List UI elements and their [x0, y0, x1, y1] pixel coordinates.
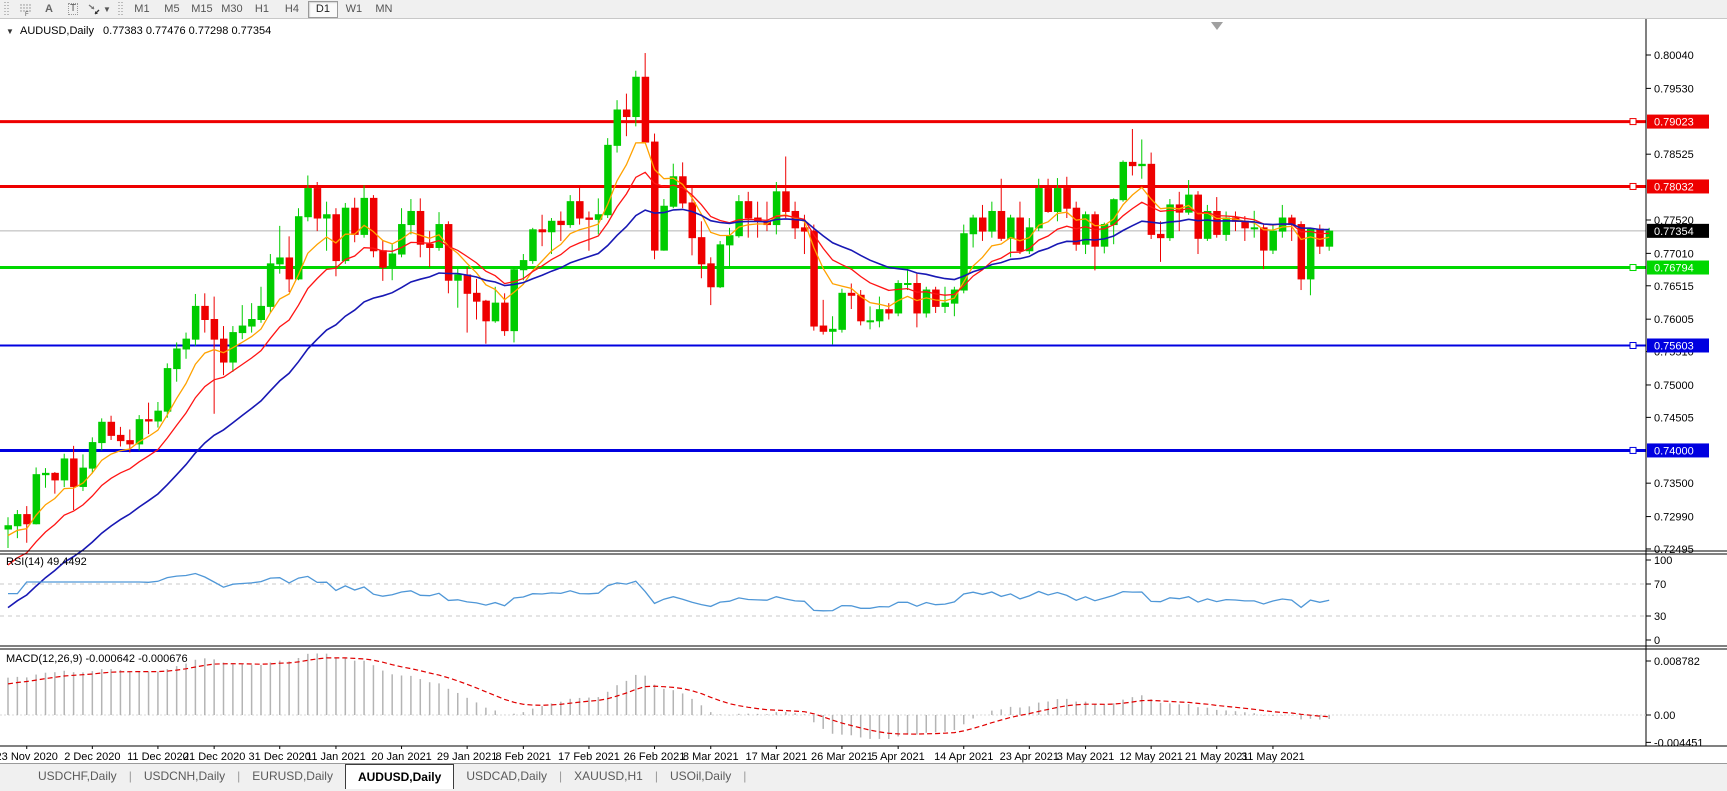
svg-text:0.73500: 0.73500: [1654, 478, 1694, 490]
collapse-triangle-icon[interactable]: ▼: [6, 27, 14, 36]
timeframe-m15[interactable]: M15: [188, 2, 216, 17]
svg-text:0.78525: 0.78525: [1654, 149, 1694, 161]
svg-text:0.79530: 0.79530: [1654, 83, 1694, 95]
rsi-indicator-label: RSI(14) 49.4492: [6, 556, 87, 568]
svg-text:0.74505: 0.74505: [1654, 412, 1694, 424]
font-tool-icon[interactable]: A: [37, 1, 61, 17]
toolbar-grip[interactable]: [3, 2, 10, 16]
svg-text:100: 100: [1654, 555, 1672, 567]
tab-usoil[interactable]: USOil,Daily: [658, 765, 743, 788]
timeframe-h4[interactable]: H4: [278, 2, 306, 17]
price-chart[interactable]: 0.800400.795300.785250.775200.770100.765…: [0, 19, 1727, 763]
grid-icon: F: [19, 3, 32, 16]
chart-window: 0.800400.795300.785250.775200.770100.765…: [0, 19, 1727, 763]
chart-tab-bar: USDCHF,Daily | USDCNH,Daily | EURUSD,Dai…: [0, 763, 1727, 791]
chevron-down-icon: ▼: [103, 5, 111, 14]
svg-text:0.77354: 0.77354: [1654, 226, 1694, 238]
svg-text:0.79023: 0.79023: [1654, 117, 1694, 129]
grid-tool-icon[interactable]: F: [13, 1, 37, 17]
svg-text:0.78032: 0.78032: [1654, 181, 1694, 193]
text-label-tool-icon[interactable]: T: [61, 1, 85, 17]
chart-title-bar: ▼ AUDUSD,Daily 0.77383 0.77476 0.77298 0…: [6, 25, 271, 37]
timeframe-w1[interactable]: W1: [340, 2, 368, 17]
svg-text:11 Dec 2020: 11 Dec 2020: [127, 751, 189, 763]
tab-eurusd[interactable]: EURUSD,Daily: [240, 765, 345, 788]
tab-usdchf[interactable]: USDCHF,Daily: [26, 765, 129, 788]
svg-text:-0.004451: -0.004451: [1654, 737, 1704, 749]
svg-text:26 Mar 2021: 26 Mar 2021: [811, 751, 873, 763]
svg-text:11 Jan 2021: 11 Jan 2021: [306, 751, 366, 763]
svg-text:21 Dec 2020: 21 Dec 2020: [183, 751, 245, 763]
svg-text:F: F: [25, 12, 29, 16]
svg-text:0.77010: 0.77010: [1654, 248, 1694, 260]
timeframe-m5[interactable]: M5: [158, 2, 186, 17]
timeframe-m30[interactable]: M30: [218, 2, 246, 17]
svg-text:0.74000: 0.74000: [1654, 445, 1694, 457]
tab-audusd[interactable]: AUDUSD,Daily: [345, 764, 454, 789]
timeframe-m1[interactable]: M1: [128, 2, 156, 17]
svg-text:70: 70: [1654, 579, 1666, 591]
svg-text:0: 0: [1654, 635, 1660, 647]
chart-symbol-label: AUDUSD,Daily: [20, 25, 94, 37]
svg-text:20 Jan 2021: 20 Jan 2021: [371, 751, 432, 763]
svg-text:0.75603: 0.75603: [1654, 340, 1694, 352]
svg-text:29 Jan 2021: 29 Jan 2021: [437, 751, 498, 763]
svg-text:0.80040: 0.80040: [1654, 50, 1694, 62]
svg-text:2 Dec 2020: 2 Dec 2020: [64, 751, 120, 763]
svg-text:0.00: 0.00: [1654, 710, 1675, 722]
svg-text:5 Apr 2021: 5 Apr 2021: [872, 751, 925, 763]
tab-separator: |: [743, 769, 746, 783]
svg-text:0.72990: 0.72990: [1654, 512, 1694, 524]
svg-text:0.76794: 0.76794: [1654, 263, 1694, 275]
svg-text:30: 30: [1654, 611, 1666, 623]
timeframe-d1[interactable]: D1: [308, 1, 338, 18]
svg-text:23 Apr 2021: 23 Apr 2021: [1000, 751, 1059, 763]
draw-objects-tool[interactable]: ▼: [85, 1, 114, 17]
svg-text:31 Dec 2020: 31 Dec 2020: [249, 751, 311, 763]
text-icon: T: [68, 3, 78, 15]
timeframe-h1[interactable]: H1: [248, 2, 276, 17]
svg-text:0.76005: 0.76005: [1654, 314, 1694, 326]
svg-text:8 Mar 2021: 8 Mar 2021: [683, 751, 739, 763]
top-toolbar: F A T ▼ M1 M5 M15 M30 H1 H4 D1 W1 MN: [0, 0, 1727, 19]
tab-usdcnh[interactable]: USDCNH,Daily: [132, 765, 237, 788]
svg-text:0.76515: 0.76515: [1654, 281, 1694, 293]
svg-text:17 Mar 2021: 17 Mar 2021: [745, 751, 807, 763]
svg-text:3 May 2021: 3 May 2021: [1057, 751, 1114, 763]
svg-text:0.008782: 0.008782: [1654, 656, 1700, 668]
svg-text:8 Feb 2021: 8 Feb 2021: [496, 751, 552, 763]
chart-ohlc-values: 0.77383 0.77476 0.77298 0.77354: [103, 25, 271, 37]
svg-text:26 Feb 2021: 26 Feb 2021: [624, 751, 686, 763]
toolbar-grip-2[interactable]: [117, 2, 124, 16]
timeframe-mn[interactable]: MN: [370, 2, 398, 17]
macd-indicator-label: MACD(12,26,9) -0.000642 -0.000676: [6, 653, 188, 665]
arrows-icon: [88, 4, 101, 15]
svg-text:21 May 2021: 21 May 2021: [1185, 751, 1249, 763]
tab-usdcad[interactable]: USDCAD,Daily: [454, 765, 559, 788]
svg-text:12 May 2021: 12 May 2021: [1119, 751, 1183, 763]
svg-text:17 Feb 2021: 17 Feb 2021: [558, 751, 620, 763]
svg-text:31 May 2021: 31 May 2021: [1241, 751, 1305, 763]
tab-xauusd[interactable]: XAUUSD,H1: [562, 765, 655, 788]
svg-text:23 Nov 2020: 23 Nov 2020: [0, 751, 58, 763]
svg-text:0.75000: 0.75000: [1654, 380, 1694, 392]
svg-text:14 Apr 2021: 14 Apr 2021: [934, 751, 993, 763]
